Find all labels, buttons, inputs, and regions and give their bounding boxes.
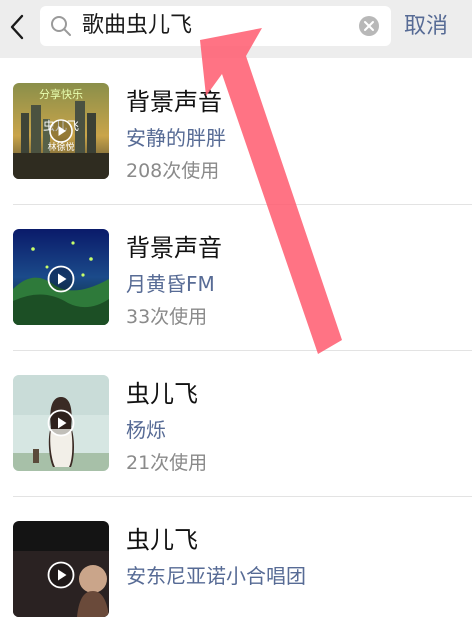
search-input[interactable]: 歌曲虫儿飞 <box>82 6 192 46</box>
play-icon[interactable] <box>47 265 75 293</box>
cover-image <box>13 375 109 471</box>
cover-image <box>13 229 109 325</box>
cover-caption: 分享快乐 <box>39 88 83 101</box>
result-item[interactable]: 分享快乐 虫儿飞 林徐悦 背景声音 安静的胖胖 208次使用 <box>0 58 472 204</box>
search-icon <box>51 16 71 36</box>
play-icon[interactable] <box>47 409 75 437</box>
usage-count: 208次使用 <box>126 160 220 182</box>
artist-name[interactable]: 安静的胖胖 <box>126 122 226 151</box>
artist-name[interactable]: 安东尼亚诺小合唱团 <box>126 560 306 589</box>
back-button[interactable] <box>4 8 30 46</box>
result-item[interactable]: 虫儿飞 杨烁 21次使用 <box>0 350 472 496</box>
play-icon[interactable] <box>49 119 73 143</box>
song-title: 虫儿飞 <box>126 526 198 554</box>
play-icon[interactable] <box>47 561 75 589</box>
artist-name[interactable]: 杨烁 <box>126 414 166 443</box>
song-title: 背景声音 <box>126 88 222 116</box>
result-item[interactable]: 虫儿飞 安东尼亚诺小合唱团 <box>0 496 472 642</box>
search-field[interactable]: 歌曲虫儿飞 <box>40 6 391 46</box>
song-title: 虫儿飞 <box>126 380 198 408</box>
cancel-button[interactable]: 取消 <box>404 8 448 46</box>
clear-icon[interactable] <box>359 16 379 36</box>
cover-image: 分享快乐 虫儿飞 林徐悦 <box>13 83 109 179</box>
cover-image <box>13 521 109 617</box>
song-title: 背景声音 <box>126 234 222 262</box>
result-item[interactable]: 背景声音 月黄昏FM 33次使用 <box>0 204 472 350</box>
search-bar: 歌曲虫儿飞 取消 <box>0 0 472 58</box>
chevron-left-icon <box>10 14 24 40</box>
usage-count: 21次使用 <box>126 452 208 474</box>
usage-count: 33次使用 <box>126 306 208 328</box>
artist-name[interactable]: 月黄昏FM <box>126 268 215 297</box>
